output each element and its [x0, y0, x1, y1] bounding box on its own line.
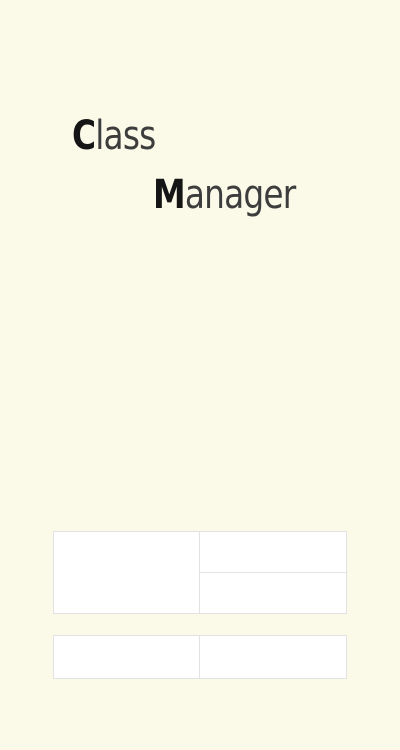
menu-tile-grid-bottom	[53, 635, 347, 679]
menu-tile-bottom-right[interactable]	[200, 636, 346, 678]
menu-tile-grid-top	[53, 531, 347, 614]
menu-tile-middle-right[interactable]	[200, 572, 346, 613]
menu-tile-bottom-left[interactable]	[54, 636, 200, 678]
app-title-initial-m: M	[153, 172, 186, 218]
app-title-line-1: Class	[72, 113, 156, 159]
menu-tile-top-right[interactable]	[200, 532, 346, 573]
app-title-rest-1: lass	[95, 113, 156, 159]
menu-tile-large[interactable]	[54, 532, 200, 613]
app-title-rest-2: anager	[184, 172, 296, 218]
app-title-initial-c: C	[72, 113, 96, 159]
app-title-line-2: Manager	[153, 172, 296, 218]
